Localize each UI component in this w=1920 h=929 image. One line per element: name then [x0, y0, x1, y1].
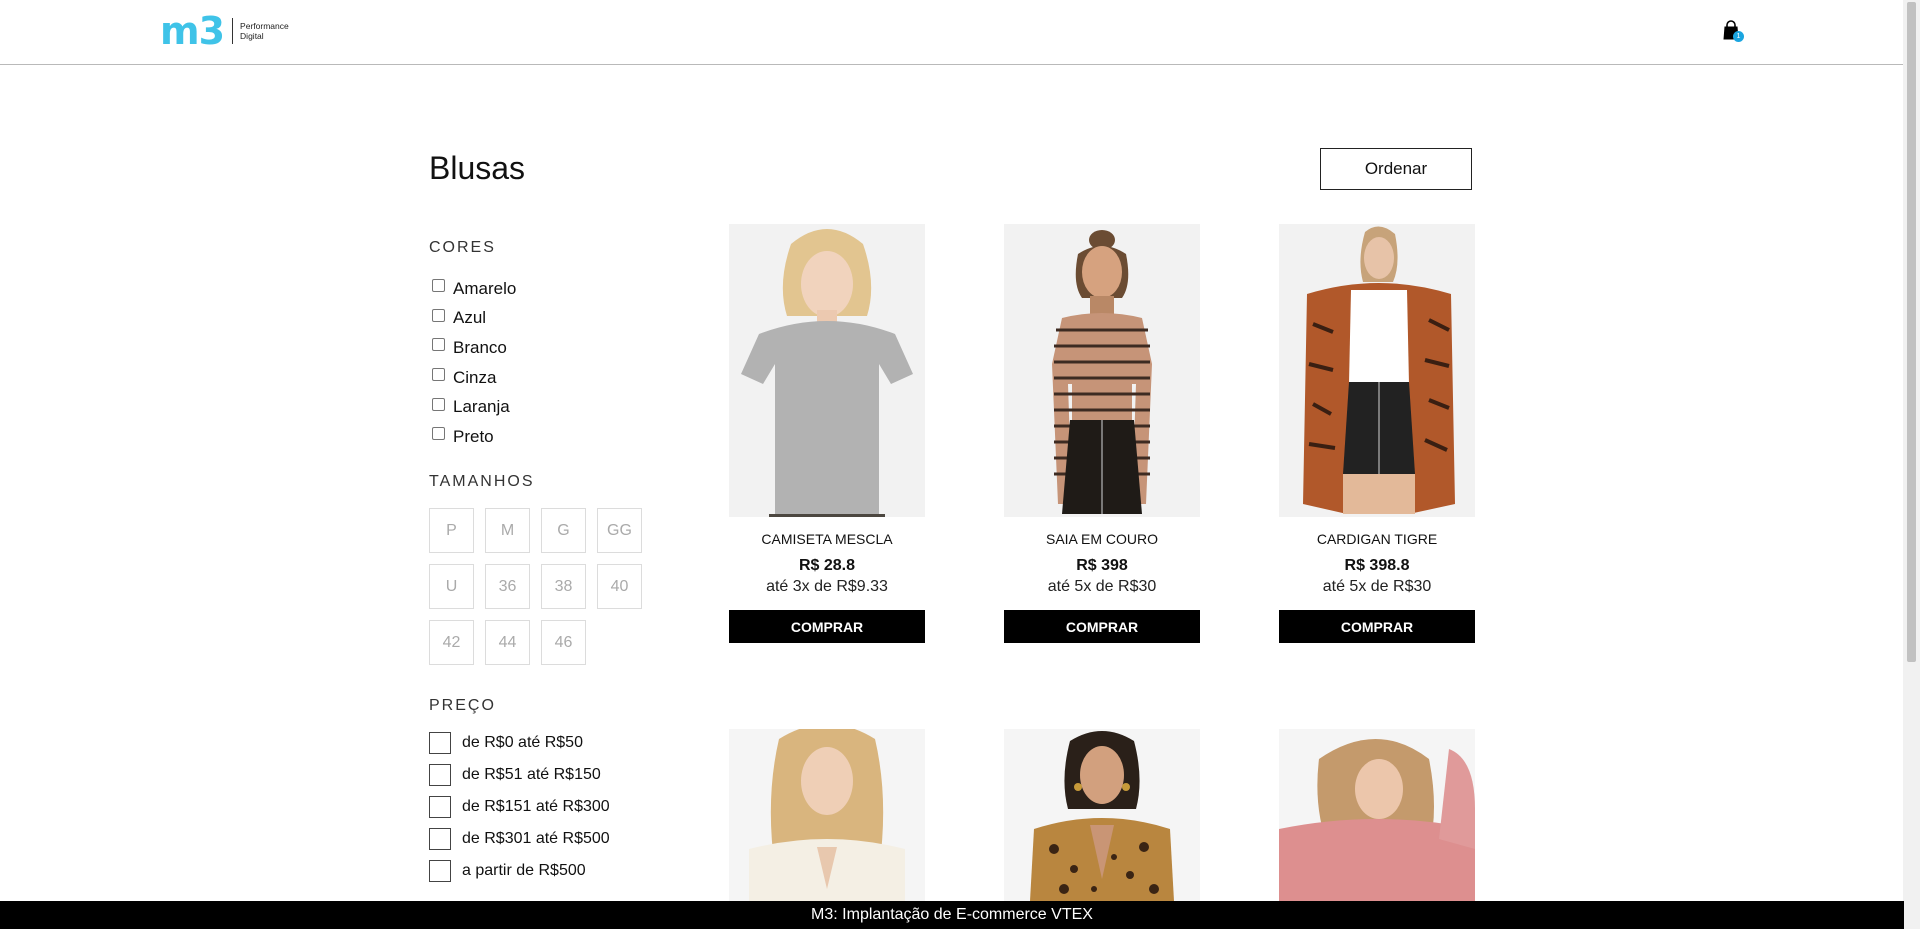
product-photo — [729, 224, 925, 517]
logo-tagline-line-2: Digital — [240, 31, 264, 41]
price-label: a partir de R$500 — [462, 862, 586, 879]
checkbox[interactable] — [432, 397, 445, 411]
sizes-filter-title: TAMANHOS — [429, 473, 535, 490]
brand-logo[interactable]: m3 Performance Digital — [160, 9, 289, 53]
price-label: de R$51 até R$150 — [462, 766, 601, 783]
checkbox[interactable] — [429, 764, 451, 786]
checkbox[interactable] — [432, 427, 445, 441]
price-filter-title: PREÇO — [429, 697, 496, 714]
price-label: de R$151 até R$300 — [462, 798, 610, 815]
logo-mark: m3 — [160, 9, 225, 53]
logo-tagline-line-1: Performance — [240, 21, 289, 31]
product-image[interactable] — [1004, 224, 1200, 517]
page-scrollbar[interactable] — [1903, 0, 1920, 929]
price-option[interactable]: a partir de R$500 — [429, 855, 610, 887]
size-option[interactable]: 36 — [485, 564, 530, 609]
size-option[interactable]: 44 — [485, 620, 530, 665]
price-option[interactable]: de R$0 até R$50 — [429, 727, 610, 759]
price-label: de R$301 até R$500 — [462, 830, 610, 847]
product-image[interactable] — [729, 224, 925, 517]
product-image[interactable] — [1279, 729, 1475, 901]
colors-filter-title: CORES — [429, 239, 496, 256]
size-option[interactable]: 40 — [597, 564, 642, 609]
product-photo — [1279, 224, 1475, 517]
logo-divider — [232, 18, 234, 44]
sort-button[interactable]: Ordenar — [1320, 148, 1472, 190]
color-option-cinza[interactable]: Cinza — [432, 363, 516, 393]
product-photo — [1004, 729, 1200, 901]
cart-button[interactable]: 1 — [1723, 20, 1744, 42]
checkbox[interactable] — [432, 279, 445, 293]
buy-button[interactable]: COMPRAR — [729, 610, 925, 643]
colors-filter-list: Amarelo Azul Branco Cinza Laranja Preto — [432, 274, 516, 452]
scrollbar-thumb[interactable] — [1907, 2, 1916, 662]
buy-button[interactable]: COMPRAR — [1279, 610, 1475, 643]
size-option[interactable]: G — [541, 508, 586, 553]
color-label: Laranja — [453, 397, 510, 417]
color-option-branco[interactable]: Branco — [432, 333, 516, 363]
product-image[interactable] — [1279, 224, 1475, 517]
product-card: SAIA EM COURO R$ 398 até 5x de R$30 COMP… — [1004, 224, 1200, 643]
color-option-preto[interactable]: Preto — [432, 422, 516, 452]
product-price: R$ 28.8 — [798, 557, 856, 574]
price-option[interactable]: de R$301 até R$500 — [429, 823, 610, 855]
size-option[interactable]: 38 — [541, 564, 586, 609]
color-option-amarelo[interactable]: Amarelo — [432, 274, 516, 304]
color-option-azul[interactable]: Azul — [432, 304, 516, 334]
price-filter-list: de R$0 até R$50 de R$51 até R$150 de R$1… — [429, 727, 610, 887]
price-option[interactable]: de R$51 até R$150 — [429, 759, 610, 791]
page-title: Blusas — [429, 150, 526, 186]
product-installments: até 5x de R$30 — [1322, 578, 1432, 595]
size-option[interactable]: U — [429, 564, 474, 609]
sizes-filter-grid: P M G GG U 36 38 40 42 44 46 — [429, 508, 669, 665]
size-option[interactable]: GG — [597, 508, 642, 553]
product-name[interactable]: CAMISETA MESCLA — [729, 531, 925, 549]
color-label: Preto — [453, 426, 494, 446]
product-name[interactable]: SAIA EM COURO — [1004, 531, 1200, 549]
size-option[interactable]: P — [429, 508, 474, 553]
product-card: CAMISETA MESCLA R$ 28.8 até 3x de R$9.33… — [729, 224, 925, 643]
checkbox[interactable] — [432, 368, 445, 382]
product-image[interactable] — [729, 729, 925, 901]
color-label: Cinza — [453, 367, 497, 387]
product-photo — [729, 729, 925, 901]
product-image[interactable] — [1004, 729, 1200, 901]
product-name[interactable]: CARDIGAN TIGRE — [1279, 531, 1475, 549]
checkbox[interactable] — [429, 796, 451, 818]
product-photo — [1279, 729, 1475, 901]
site-header: m3 Performance Digital 1 — [0, 0, 1904, 65]
color-option-laranja[interactable]: Laranja — [432, 392, 516, 422]
color-label: Azul — [453, 308, 487, 328]
cart-count-badge: 1 — [1733, 31, 1744, 42]
checkbox[interactable] — [432, 338, 445, 352]
footer-bar: M3: Implantação de E-commerce VTEX — [0, 901, 1904, 929]
price-option[interactable]: de R$151 até R$300 — [429, 791, 610, 823]
product-card: CARDIGAN TIGRE R$ 398.8 até 5x de R$30 C… — [1279, 224, 1475, 643]
buy-button[interactable]: COMPRAR — [1004, 610, 1200, 643]
product-installments: até 5x de R$30 — [1047, 578, 1157, 595]
product-price: R$ 398.8 — [1344, 557, 1410, 574]
size-option[interactable]: M — [485, 508, 530, 553]
checkbox[interactable] — [432, 308, 445, 322]
logo-tagline: Performance Digital — [240, 21, 289, 41]
product-price: R$ 398 — [1076, 557, 1128, 574]
size-option[interactable]: 46 — [541, 620, 586, 665]
color-label: Amarelo — [453, 278, 517, 298]
checkbox[interactable] — [429, 732, 451, 754]
size-option[interactable]: 42 — [429, 620, 474, 665]
checkbox[interactable] — [429, 860, 451, 882]
checkbox[interactable] — [429, 828, 451, 850]
product-photo — [1004, 224, 1200, 517]
product-installments: até 3x de R$9.33 — [766, 578, 888, 595]
color-label: Branco — [453, 337, 507, 357]
price-label: de R$0 até R$50 — [462, 734, 583, 751]
